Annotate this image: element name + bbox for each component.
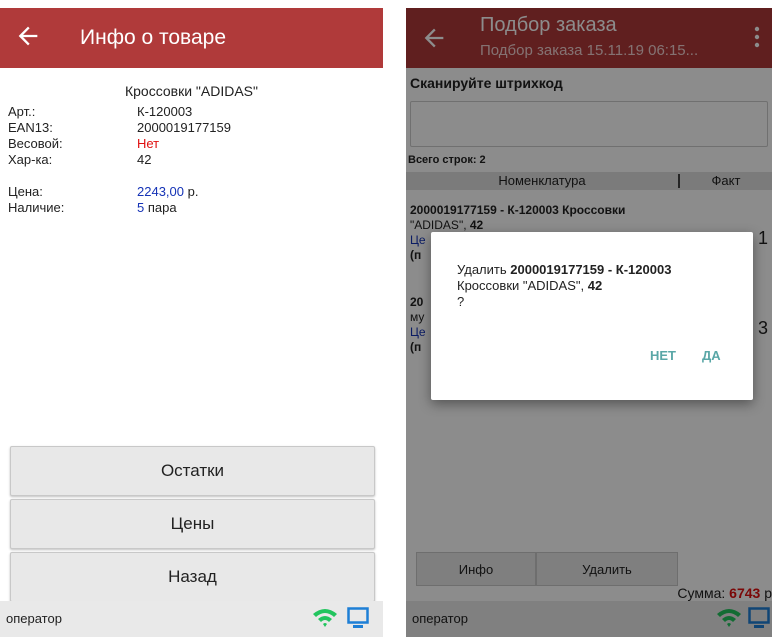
stock-amount: 5 (137, 200, 145, 215)
order-picking-screen: Подбор заказа Подбор заказа 15.11.19 06:… (406, 8, 772, 637)
field-label: Хар-ка: (8, 152, 53, 167)
field-article: Арт.: К-120003 (8, 104, 368, 120)
field-label: Весовой: (8, 136, 63, 151)
screen-title: Инфо о товаре (80, 26, 227, 49)
dialog-no-button[interactable]: НЕТ (650, 348, 676, 363)
product-info-screen: Инфо о товаре Кроссовки "ADIDAS" Арт.: К… (0, 8, 383, 637)
field-label: EAN13: (8, 120, 53, 135)
dialog-item-name: Кроссовки "ADIDAS", (457, 278, 588, 293)
status-bar: оператор (0, 601, 383, 637)
field-label: Цена: (8, 184, 43, 199)
field-label: Арт.: (8, 104, 36, 119)
field-stock: Наличие: 5 пара (8, 200, 368, 216)
field-label: Наличие: (8, 200, 65, 215)
prices-button[interactable]: Цены (10, 499, 375, 549)
dialog-yes-button[interactable]: ДА (702, 348, 721, 363)
field-ean13: EAN13: 2000019177159 (8, 120, 368, 136)
dialog-item-code: 2000019177159 - К-120003 (510, 262, 672, 277)
field-characteristic: Хар-ка: 42 (8, 152, 368, 168)
monitor-icon (347, 607, 369, 628)
wifi-icon (313, 609, 337, 627)
product-name: Кроссовки "ADIDAS" (124, 83, 258, 99)
price-unit: р. (187, 184, 199, 199)
dialog-question: ? (457, 294, 465, 309)
dialog-item-size: 42 (587, 278, 603, 293)
app-bar: Инфо о товаре (0, 8, 383, 68)
price-amount: 2243,00 (137, 184, 184, 199)
delete-confirm-dialog: Удалить 2000019177159 - К-120003 Кроссов… (431, 232, 753, 400)
field-value: Нет (137, 136, 160, 151)
operator-label: оператор (6, 611, 62, 626)
dialog-prefix: Удалить (457, 262, 511, 277)
field-weighted: Весовой: Нет (8, 136, 368, 152)
back-button[interactable]: Назад (10, 552, 375, 602)
field-value: 2000019177159 (137, 120, 231, 135)
field-price: Цена: 2243,00 р. (8, 184, 368, 200)
field-value: К-120003 (137, 104, 193, 119)
back-arrow-icon[interactable] (14, 22, 42, 50)
stock-button[interactable]: Остатки (10, 446, 375, 496)
field-value: 42 (137, 152, 152, 167)
dialog-message: Удалить 2000019177159 - К-120003 Кроссов… (457, 262, 737, 310)
stock-unit: пара (147, 200, 177, 215)
